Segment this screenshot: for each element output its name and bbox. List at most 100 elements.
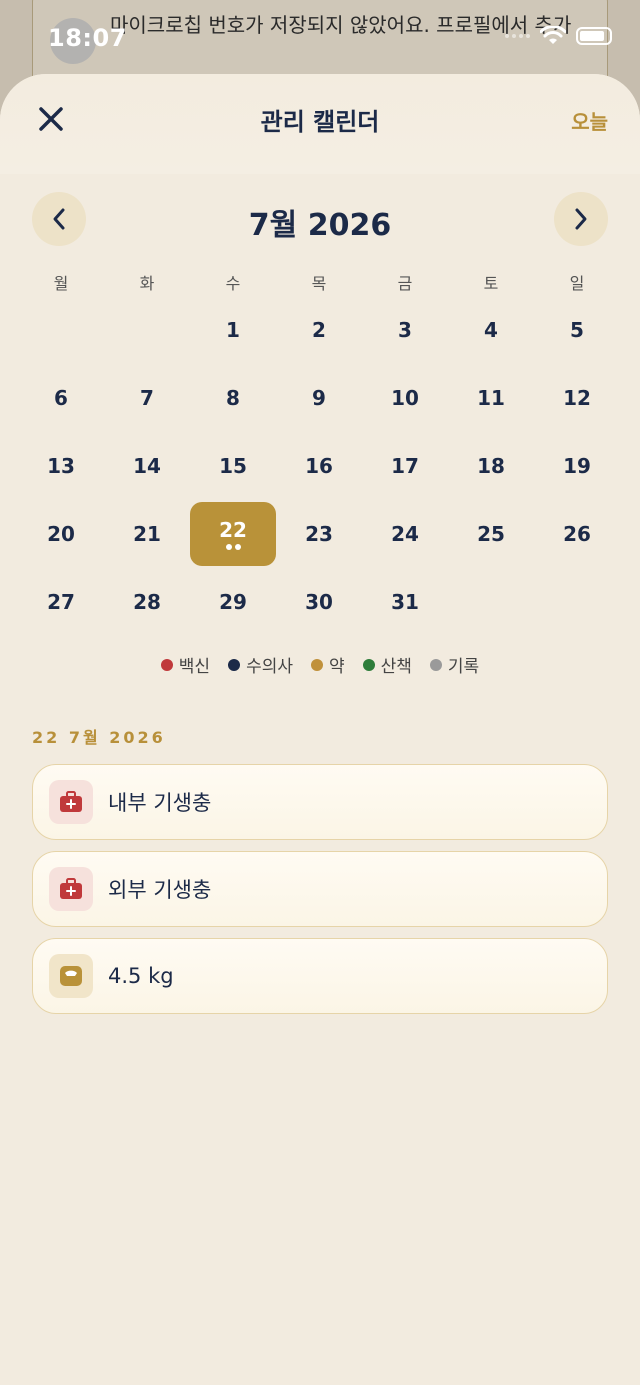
page-title: 관리 캘린더 (260, 108, 380, 136)
event-row[interactable]: 4.5 kg (32, 938, 608, 1014)
day-cell-selected[interactable]: 22 (190, 502, 276, 566)
weekday-label: 화 (139, 274, 155, 293)
day-cell[interactable]: 9 (276, 364, 362, 432)
day-number: 23 (305, 522, 333, 546)
event-label: 내부 기생충 (108, 791, 212, 815)
legend-label: 수의사 (246, 657, 293, 677)
day-number: 1 (226, 318, 240, 342)
day-number: 14 (133, 454, 161, 478)
day-cell[interactable]: 4 (448, 296, 534, 364)
day-cell[interactable]: 28 (104, 568, 190, 636)
event-label: 4.5 kg (108, 964, 174, 988)
day-cell[interactable]: 8 (190, 364, 276, 432)
day-number: 17 (391, 454, 419, 478)
day-cell[interactable]: 2 (276, 296, 362, 364)
day-cell[interactable]: 25 (448, 500, 534, 568)
empty-day-cell (104, 296, 190, 364)
day-number: 13 (47, 454, 75, 478)
day-cell[interactable]: 23 (276, 500, 362, 568)
selected-date-heading: 22 7월 2026 (32, 728, 166, 747)
day-number: 5 (570, 318, 584, 342)
day-cell[interactable]: 24 (362, 500, 448, 568)
legend-dot (160, 658, 173, 671)
day-cell[interactable]: 13 (18, 432, 104, 500)
day-number: 16 (305, 454, 333, 478)
weekday-label: 일 (569, 274, 585, 293)
wifi-icon (540, 26, 566, 44)
legend-label: 산책 (380, 657, 412, 677)
day-cell[interactable]: 7 (104, 364, 190, 432)
day-cell[interactable]: 15 (190, 432, 276, 500)
day-number: 22 (219, 518, 247, 542)
day-number: 12 (563, 386, 591, 410)
day-number: 10 (391, 386, 419, 410)
day-number: 11 (477, 386, 505, 410)
day-number: 6 (54, 386, 68, 410)
day-cell[interactable]: 3 (362, 296, 448, 364)
battery-icon (576, 27, 612, 45)
day-cell[interactable]: 29 (190, 568, 276, 636)
day-cell[interactable]: 30 (276, 568, 362, 636)
event-dot (225, 544, 232, 550)
today-button[interactable]: 오늘 (571, 106, 608, 135)
day-number: 24 (391, 522, 419, 546)
legend-dot (311, 658, 323, 671)
legend: 백신 수의사 약 산책 기록 (0, 652, 640, 677)
legend-item: 기록 (429, 652, 480, 677)
day-number: 8 (226, 386, 240, 410)
legend-label: 약 (329, 657, 345, 677)
legend-label: 기록 (447, 657, 480, 677)
day-number: 31 (391, 590, 419, 614)
day-cell[interactable]: 21 (104, 500, 190, 568)
day-cell[interactable]: 27 (18, 568, 104, 636)
weekday-label: 목 (311, 274, 327, 293)
day-number: 2 (312, 318, 326, 342)
day-cell[interactable]: 16 (276, 432, 362, 500)
day-cell[interactable]: 11 (448, 364, 534, 432)
day-number: 7 (140, 386, 154, 410)
day-cell[interactable]: 18 (448, 432, 534, 500)
calendar-sheet: 관리 캘린더 오늘 7월 2026 월화수목금토일 1 2 3 4 5 6 7 8 9 10 11 1… (0, 74, 640, 1385)
empty-day-cell (18, 296, 104, 364)
weight-scale-icon (49, 954, 93, 998)
day-cell[interactable]: 12 (534, 364, 620, 432)
day-number: 9 (312, 386, 326, 410)
day-cell[interactable]: 17 (362, 432, 448, 500)
medical-kit-icon (49, 780, 93, 824)
cellular-signal-icon (505, 34, 530, 38)
legend-item: 수의사 (228, 652, 293, 677)
event-list: 내부 기생충외부 기생충 4.5 kg (32, 764, 608, 1025)
day-number: 21 (133, 522, 161, 546)
day-number: 3 (398, 318, 412, 342)
day-cell[interactable]: 1 (190, 296, 276, 364)
medical-kit-icon (49, 867, 93, 911)
day-number: 15 (219, 454, 247, 478)
status-icons (505, 26, 612, 46)
status-time: 18:07 (48, 24, 127, 52)
day-number: 27 (47, 590, 75, 614)
day-cell[interactable]: 5 (534, 296, 620, 364)
day-number: 25 (477, 522, 505, 546)
event-row[interactable]: 외부 기생충 (32, 851, 608, 927)
day-cell[interactable]: 20 (18, 500, 104, 568)
day-cell[interactable]: 6 (18, 364, 104, 432)
event-dot (234, 544, 241, 550)
day-cell[interactable]: 26 (534, 500, 620, 568)
weekday-label: 금 (397, 274, 413, 293)
day-cell[interactable]: 14 (104, 432, 190, 500)
weekday-label: 토 (483, 274, 499, 293)
event-row[interactable]: 내부 기생충 (32, 764, 608, 840)
legend-dot (429, 658, 442, 671)
event-label: 외부 기생충 (108, 878, 212, 902)
day-number: 28 (133, 590, 161, 614)
chevron-right-icon (575, 208, 587, 230)
day-number: 26 (563, 522, 591, 546)
day-cell[interactable]: 10 (362, 364, 448, 432)
day-cell[interactable]: 31 (362, 568, 448, 636)
day-number: 30 (305, 590, 333, 614)
day-cell[interactable]: 19 (534, 432, 620, 500)
weekday-label: 월 (53, 274, 69, 293)
next-month-button[interactable] (554, 192, 608, 246)
month-title: 7월 2026 (248, 208, 392, 243)
event-dots (225, 544, 241, 550)
